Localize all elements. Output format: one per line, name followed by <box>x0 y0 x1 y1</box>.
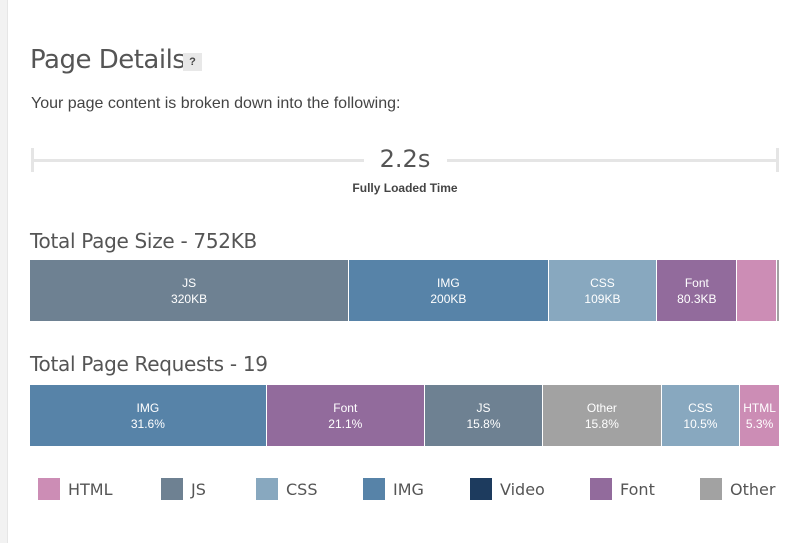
segment-value: 21.1% <box>328 416 363 431</box>
segment-value: 109KB <box>584 291 621 306</box>
legend-item-font[interactable]: Font <box>590 478 655 500</box>
page-title: Page Details <box>30 45 186 75</box>
legend-swatch <box>256 478 278 500</box>
timeline-line-right <box>447 159 779 162</box>
legend-swatch <box>38 478 60 500</box>
segment-label: Other <box>586 400 617 415</box>
segment-label: HTML <box>743 400 776 415</box>
legend-item-img[interactable]: IMG <box>363 478 424 500</box>
segment-label: Font <box>333 400 358 415</box>
legend-label: HTML <box>68 479 113 499</box>
legend-swatch <box>470 478 492 500</box>
bar-segment-font[interactable]: Font 21.1% <box>266 385 425 446</box>
segment-value: 5.3% <box>745 416 774 431</box>
segment-label: JS <box>476 400 491 415</box>
segment-value: 31.6% <box>130 416 165 431</box>
legend-label: Other <box>730 479 776 499</box>
legend-label: JS <box>191 479 206 499</box>
page-size-title: Total Page Size - 752KB <box>30 229 257 253</box>
timeline-end-cap <box>776 148 779 172</box>
legend-label: IMG <box>393 479 424 499</box>
segment-value: 15.8% <box>584 416 619 431</box>
bar-segment-other[interactable]: Other 15.8% <box>543 385 662 446</box>
bar-segment-js[interactable]: JS 15.8% <box>424 385 544 446</box>
legend-label: Font <box>620 479 655 499</box>
segment-value: 320KB <box>171 291 208 306</box>
segment-label: IMG <box>437 275 460 290</box>
segment-value: 80.3KB <box>677 291 717 306</box>
bar-segment-js[interactable]: JS 320KB <box>30 260 350 321</box>
legend-item-js[interactable]: JS <box>161 478 206 500</box>
legend-item-video[interactable]: Video <box>470 478 545 500</box>
segment-label: JS <box>182 275 197 290</box>
left-border-strip <box>0 0 8 543</box>
bar-segment-css[interactable]: CSS 109KB <box>548 260 658 321</box>
segment-value: 15.8% <box>466 416 501 431</box>
fully-loaded-timeline: 2.2s <box>31 145 779 173</box>
bar-segment-html[interactable] <box>737 260 778 321</box>
bar-segment-img[interactable]: IMG 31.6% <box>30 385 267 446</box>
legend-item-css[interactable]: CSS <box>256 478 317 500</box>
page-subtitle: Your page content is broken down into th… <box>31 95 401 112</box>
fully-loaded-time-label: Fully Loaded Time <box>352 181 458 195</box>
legend-label: CSS <box>286 479 318 499</box>
content-type-legend: HTML JS CSS IMG Video Font Other <box>38 478 798 500</box>
legend-label: Video <box>500 479 545 499</box>
legend-swatch <box>700 478 722 500</box>
help-button[interactable]: ? <box>183 53 202 71</box>
bar-segment-other[interactable] <box>777 260 780 321</box>
segment-label: CSS <box>688 400 713 415</box>
segment-label: CSS <box>590 275 615 290</box>
bar-segment-font[interactable]: Font 80.3KB <box>657 260 738 321</box>
bar-segment-img[interactable]: IMG 200KB <box>349 260 549 321</box>
bar-segment-html[interactable]: HTML 5.3% <box>740 385 780 446</box>
bar-segment-css[interactable]: CSS 10.5% <box>661 385 741 446</box>
segment-label: Font <box>684 275 709 290</box>
segment-value: 10.5% <box>683 416 718 431</box>
legend-swatch <box>161 478 183 500</box>
legend-item-html[interactable]: HTML <box>38 478 113 500</box>
legend-swatch <box>363 478 385 500</box>
page-requests-title: Total Page Requests - 19 <box>30 352 268 376</box>
page-requests-bar: IMG 31.6% Font 21.1% JS 15.8% Other 15.8% CSS 10.… <box>30 385 780 446</box>
legend-item-other[interactable]: Other <box>700 478 775 500</box>
page-size-bar: JS 320KB IMG 200KB CSS 109KB Font 80.3KB <box>30 260 780 321</box>
segment-value: 200KB <box>430 291 467 306</box>
legend-swatch <box>590 478 612 500</box>
segment-label: IMG <box>136 400 160 415</box>
